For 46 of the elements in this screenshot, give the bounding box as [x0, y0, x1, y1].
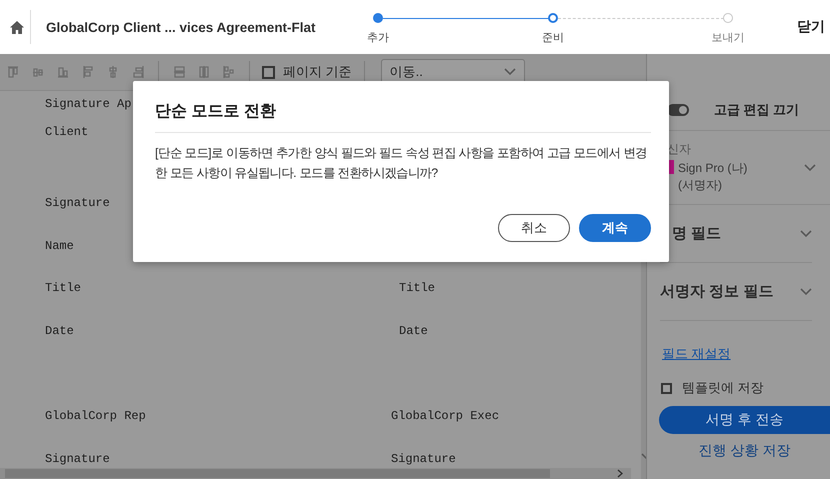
alignment-icon[interactable]	[5, 64, 21, 80]
section-header[interactable]: 서명자 정보 필드	[660, 263, 812, 321]
step-marker[interactable]	[548, 13, 558, 23]
alignment-icon[interactable]	[171, 64, 187, 80]
document-text: Signature Ap	[45, 97, 132, 111]
document-text: Signature	[45, 452, 110, 466]
dialog-message: [단순 모드]로 이동하면 추가한 양식 필드와 필드 속성 편집 사항을 포함하여 고급 모드에서 변경한 모든 사항이 유실됩니다. 모드를 전환하시겠습니까?	[155, 145, 648, 182]
document-text: Title	[45, 281, 82, 295]
scroll-right-icon[interactable]	[617, 469, 623, 478]
step-label: 준비	[542, 31, 564, 45]
document-text: Signature	[45, 196, 110, 210]
save-progress-button[interactable]: 진행 상황 저장	[659, 442, 830, 460]
step-marker[interactable]	[723, 13, 733, 23]
caret-icon[interactable]	[504, 68, 516, 76]
document-text: GlobalCorp Rep	[45, 409, 146, 423]
horizontal-scrollbar[interactable]	[0, 468, 631, 479]
checkbox-icon[interactable]	[661, 382, 672, 394]
document-text: GlobalCorp Exec	[391, 409, 500, 423]
step-label: 추가	[367, 31, 389, 45]
document-text: Signature	[391, 452, 456, 466]
chevron-down-icon[interactable]	[800, 288, 812, 296]
home-icon[interactable]	[10, 20, 24, 34]
page-basis-checkbox[interactable]: 페이지 기준	[262, 63, 352, 81]
toggle-switch[interactable]	[667, 104, 689, 116]
dialog-title: 단순 모드로 전환	[155, 81, 651, 133]
toggle-label: 고급 편집 끄기	[714, 101, 800, 119]
step-marker[interactable]	[373, 13, 383, 23]
section-heading: 신자	[667, 141, 692, 158]
document-text: Name	[45, 239, 74, 253]
document-title: GlobalCorp Client ... vices Agreement-Flat	[46, 20, 317, 34]
document-text: Client	[45, 125, 88, 139]
chevron-down-icon[interactable]	[804, 164, 816, 172]
document-text: Title	[399, 281, 436, 295]
save-template-checkbox[interactable]: 템플릿에 저장	[661, 379, 830, 397]
sign-and-send-button[interactable]: 서명 후 전송	[659, 406, 830, 434]
recipient-name: Sign Pro (나)	[678, 160, 748, 177]
close-button[interactable]: 닫기	[797, 18, 825, 36]
step-label: 보내기	[712, 31, 744, 45]
recipient-role: (서명자)	[678, 177, 723, 194]
cancel-button[interactable]: 취소	[498, 214, 570, 242]
continue-button[interactable]: 계속	[579, 214, 651, 242]
document-text: Date	[45, 324, 74, 338]
reset-fields-link[interactable]: 필드 재설정	[662, 345, 731, 363]
chevron-down-icon[interactable]	[800, 230, 812, 238]
checkbox-icon[interactable]	[262, 66, 275, 78]
document-text: Date	[399, 324, 428, 338]
